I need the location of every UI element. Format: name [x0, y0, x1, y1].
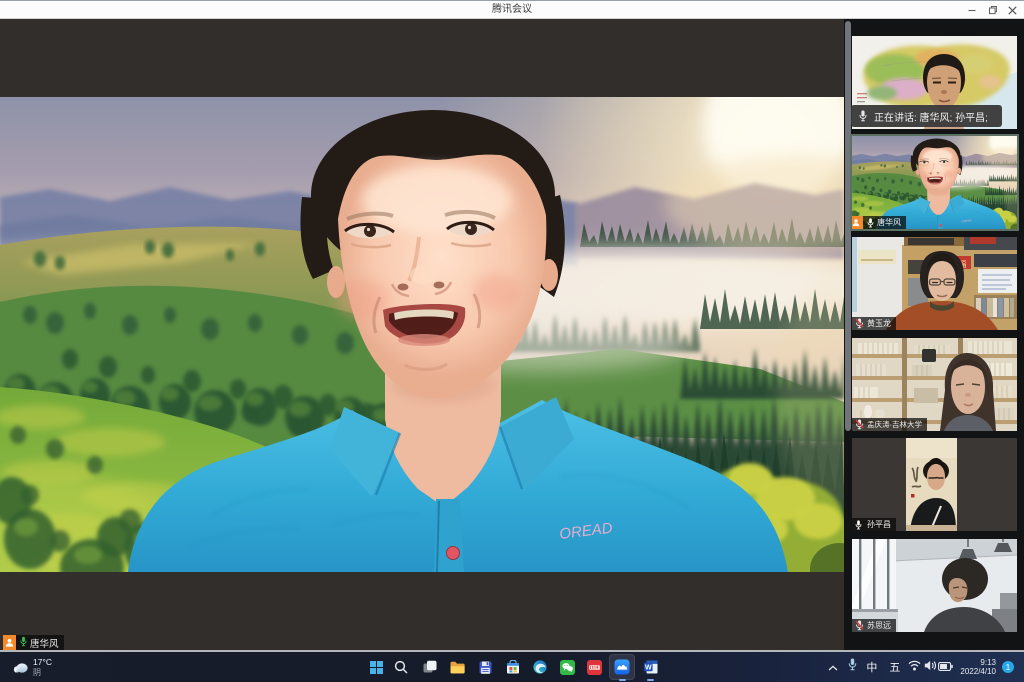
svg-text:W: W	[644, 664, 651, 671]
